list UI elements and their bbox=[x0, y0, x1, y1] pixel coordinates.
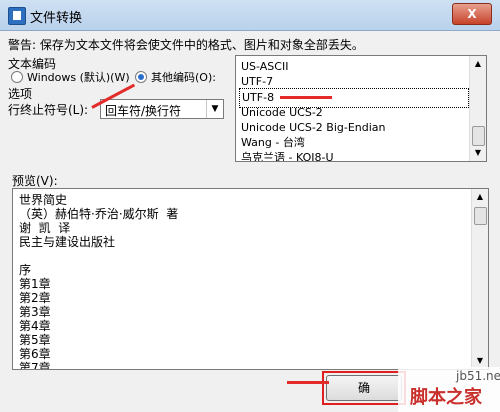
preview-line: 序 bbox=[19, 263, 32, 277]
other-encoding-radio[interactable] bbox=[135, 71, 147, 83]
preview-line: 世界简史 bbox=[19, 193, 68, 207]
chevron-down-icon[interactable]: ▼ bbox=[206, 100, 223, 118]
preview-line: 第6章 bbox=[19, 347, 51, 361]
scroll-up-icon[interactable]: ▲ bbox=[470, 56, 486, 72]
preview-line: 第1章 bbox=[19, 277, 51, 291]
encoding-item[interactable]: 乌克兰语 - KOI8-U bbox=[241, 149, 467, 161]
preview-line: 第5章 bbox=[19, 333, 51, 347]
encoding-list[interactable]: US-ASCII UTF-7 UTF-8 Unicode UCS-2 Unico… bbox=[235, 55, 487, 162]
preview-line: 第3章 bbox=[19, 305, 51, 319]
windows-encoding-radio[interactable] bbox=[11, 71, 23, 83]
preview-line: 第7章 bbox=[19, 361, 51, 370]
preview-line: 第4章 bbox=[19, 319, 51, 333]
scroll-up-icon[interactable]: ▲ bbox=[472, 189, 488, 205]
preview-scrollbar[interactable]: ▲ ▼ bbox=[471, 189, 488, 369]
scroll-thumb[interactable] bbox=[474, 207, 487, 225]
watermark-domain: jb51.net bbox=[456, 369, 500, 383]
scroll-down-icon[interactable]: ▼ bbox=[470, 145, 486, 161]
options-label: 选项 bbox=[8, 87, 33, 101]
preview-line: 第2章 bbox=[19, 291, 51, 305]
line-end-select[interactable]: 回车符/换行符 ▼ bbox=[100, 99, 224, 119]
warning-text: 警告: 保存为文本文件将会使文件中的格式、图片和对象全部丢失。 bbox=[8, 38, 364, 52]
line-end-value: 回车符/换行符 bbox=[105, 104, 182, 118]
annotation-arrow bbox=[280, 96, 332, 99]
line-end-label: 行终止符号(L): bbox=[8, 103, 89, 117]
preview-line: （英）赫伯特·乔治·威尔斯 著 bbox=[19, 207, 179, 221]
window-title: 文件转换 bbox=[30, 11, 83, 26]
preview-line: 民主与建设出版社 bbox=[19, 235, 116, 249]
watermark-name: 脚本之家 bbox=[410, 387, 482, 408]
app-icon bbox=[8, 7, 26, 25]
preview-line: 谢 凯 译 bbox=[19, 221, 71, 235]
annotation-arrow bbox=[287, 381, 329, 384]
encoding-scrollbar[interactable]: ▲ ▼ bbox=[469, 56, 486, 161]
windows-encoding-label[interactable]: Windows (默认)(W) bbox=[27, 69, 130, 85]
other-encoding-label[interactable]: 其他编码(O): bbox=[151, 69, 216, 85]
preview-label: 预览(V): bbox=[12, 174, 58, 188]
scroll-thumb[interactable] bbox=[472, 126, 485, 146]
title-bar: 文件转换 X bbox=[0, 0, 500, 31]
preview-box[interactable]: 世界简史 （英）赫伯特·乔治·威尔斯 著 谢 凯 译 民主与建设出版社 序 第1… bbox=[12, 188, 489, 370]
ok-button[interactable]: 确 bbox=[326, 375, 402, 401]
close-button[interactable]: X bbox=[452, 3, 492, 25]
